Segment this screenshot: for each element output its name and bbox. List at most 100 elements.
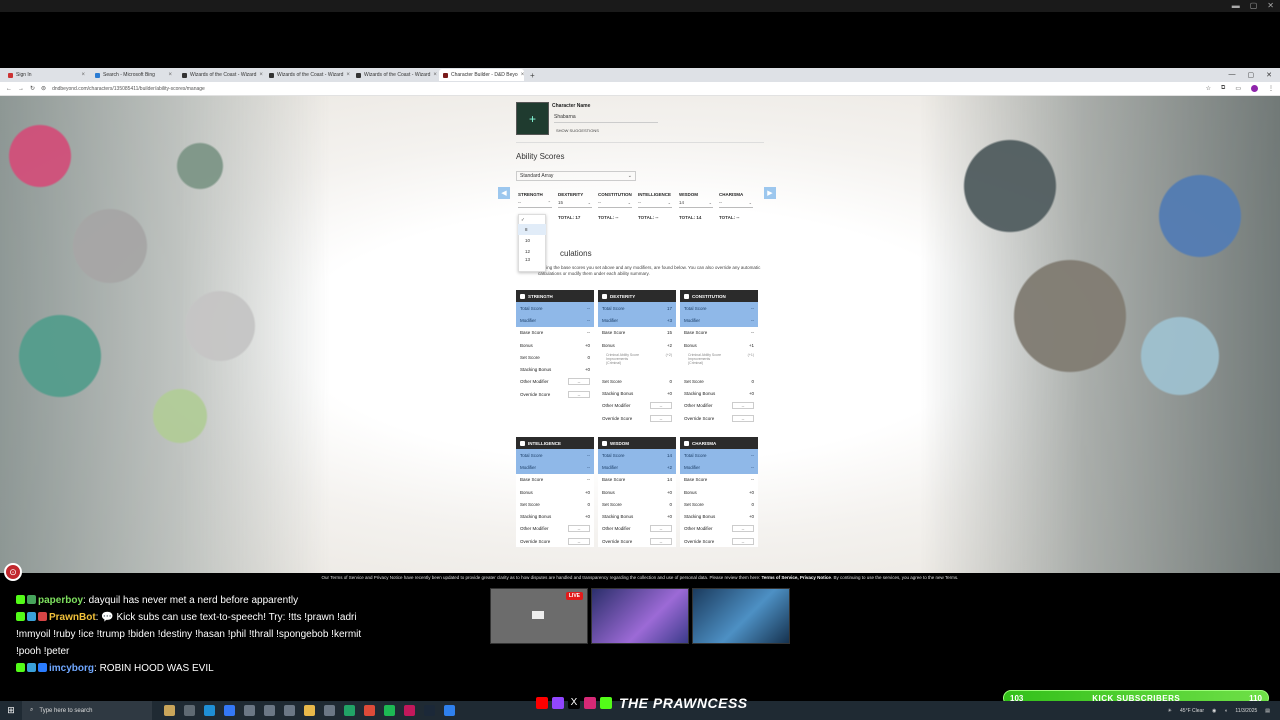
bookmark-star-icon[interactable]: ☆ — [1206, 85, 1211, 92]
tab[interactable]: Wizards of the Coast - Wizard × — [265, 69, 350, 81]
maximize-icon[interactable]: ▢ — [1250, 1, 1258, 10]
extensions-icon[interactable]: ⧉ — [1221, 85, 1225, 92]
taskbar-app-icon[interactable] — [224, 705, 235, 716]
ability-card-wisdom: WISDOM Total Score 14 Modifier +2 Base Sco… — [598, 437, 676, 548]
ability-score-select[interactable]: -- ⌄ — [719, 199, 753, 208]
vip-badge-icon — [38, 663, 47, 672]
sub-badge-icon — [16, 663, 25, 672]
close-icon[interactable]: ✕ — [1267, 1, 1274, 10]
maximize-icon[interactable]: ▢ — [1248, 71, 1255, 79]
volume-icon[interactable]: ◖ — [1224, 708, 1227, 714]
generation-method-select[interactable]: Standard Array ⌄ — [516, 171, 636, 181]
reload-icon[interactable]: ↻ — [30, 85, 35, 92]
dexterity-icon — [602, 293, 607, 299]
chat-message: paperboy: dayquil has never met a nerd b… — [16, 592, 376, 609]
ability-charisma: CHARISMA -- ⌄ TOTAL: -- — [719, 192, 753, 220]
url-field[interactable]: dndbeyond.com/characters/135085411/build… — [52, 86, 205, 92]
forward-icon[interactable]: → — [18, 86, 24, 92]
override-score-input[interactable]: -- — [568, 537, 590, 545]
override-score-input[interactable]: -- — [650, 414, 672, 422]
check-icon: ✓ — [521, 217, 525, 222]
tab-close-icon[interactable]: × — [259, 72, 263, 78]
ability-score-select[interactable]: -- ⌃ — [518, 199, 552, 208]
new-tab-icon[interactable]: + — [530, 71, 535, 80]
site-info-icon[interactable]: ⊜ — [41, 85, 46, 92]
notifications-icon[interactable]: ▤ — [1265, 708, 1270, 714]
ability-score-select[interactable]: -- ⌄ — [598, 199, 632, 208]
other-modifier-input[interactable]: -- — [732, 525, 754, 533]
minimize-icon[interactable]: — — [1229, 71, 1236, 79]
tab-close-icon[interactable]: × — [346, 72, 350, 78]
tab[interactable]: Wizards of the Coast - Wizard × — [178, 69, 263, 81]
tab-close-icon[interactable]: × — [168, 72, 172, 78]
sidebar-icon[interactable]: ▭ — [1235, 85, 1241, 92]
profile-avatar[interactable] — [1251, 85, 1258, 92]
tab-favicon-icon — [443, 72, 448, 78]
other-modifier-input[interactable]: -- — [732, 402, 754, 410]
tab[interactable]: Wizards of the Coast - Wizard × — [352, 69, 437, 81]
taskbar-app-icon[interactable] — [404, 705, 415, 716]
taskbar-app-icon[interactable] — [324, 705, 335, 716]
tab-close-icon[interactable]: × — [433, 72, 437, 78]
chevron-down-icon: ⌄ — [708, 200, 712, 205]
divider — [516, 142, 764, 143]
prev-arrow-icon[interactable]: ◀ — [498, 187, 510, 199]
tab-close-icon[interactable]: × — [521, 72, 524, 78]
other-modifier-input[interactable]: -- — [568, 525, 590, 533]
taskbar-app-icon[interactable] — [344, 705, 355, 716]
weather-icon: ☀ — [1167, 707, 1173, 714]
ability-score-select[interactable]: 15 ⌄ — [558, 199, 592, 208]
chevron-up-icon: ⌃ — [547, 200, 551, 205]
other-modifier-input[interactable]: -- — [650, 402, 672, 410]
taskbar-search[interactable]: ⌕ Type here to search — [22, 701, 152, 720]
character-name-input[interactable]: Shabarna — [554, 113, 658, 123]
next-arrow-icon[interactable]: ▶ — [764, 187, 776, 199]
youtube-icon — [536, 697, 548, 709]
terms-links[interactable]: Terms of Service, Privacy Notice — [761, 575, 830, 580]
file-explorer-icon[interactable] — [304, 705, 315, 716]
taskbar-app-icon[interactable] — [264, 705, 275, 716]
dropdown-option[interactable]: 13 — [518, 257, 546, 263]
ability-score-select[interactable]: 14 ⌄ — [679, 199, 713, 208]
dropdown-option[interactable]: 10 — [518, 235, 546, 246]
minimize-icon[interactable]: ▬ — [1232, 1, 1240, 10]
menu-icon[interactable]: ⋮ — [1268, 85, 1274, 92]
taskbar-app-icon[interactable] — [444, 705, 455, 716]
override-score-input[interactable]: -- — [732, 414, 754, 422]
close-icon[interactable]: ✕ — [1266, 71, 1272, 79]
add-icon: + — [528, 111, 536, 126]
ability-score-select[interactable]: -- ⌄ — [638, 199, 672, 208]
taskbar-app-icon[interactable] — [164, 705, 175, 716]
tab-close-icon[interactable]: × — [81, 72, 85, 78]
task-view-icon[interactable] — [184, 705, 195, 716]
mod-badge-icon — [38, 612, 47, 621]
back-icon[interactable]: ← — [6, 86, 12, 92]
ability-card-constitution: CONSTITUTION Total Score -- Modifier -- Ba… — [680, 290, 758, 425]
ability-scores-title: Ability Scores — [516, 152, 565, 161]
show-suggestions-link[interactable]: SHOW SUGGESTIONS — [556, 128, 599, 133]
tab-favicon-icon — [182, 72, 187, 78]
steam-icon[interactable] — [424, 705, 435, 716]
obs-icon[interactable] — [284, 705, 295, 716]
network-icon[interactable]: ◉ — [1212, 708, 1216, 714]
ability-wisdom: WISDOM 14 ⌄ TOTAL: 14 — [679, 192, 713, 220]
dropdown-option[interactable]: 8 — [518, 224, 546, 235]
override-score-input[interactable]: -- — [568, 390, 590, 398]
spotify-icon[interactable] — [384, 705, 395, 716]
tab[interactable]: Sign In × — [4, 69, 89, 81]
bot-badge-icon — [27, 612, 36, 621]
edge-browser-icon[interactable] — [204, 705, 215, 716]
override-score-input[interactable]: -- — [650, 537, 672, 545]
windows-start-icon[interactable]: ⊞ — [0, 705, 22, 716]
character-portrait[interactable]: + — [516, 102, 549, 135]
tab-active[interactable]: Character Builder - D&D Beyo × — [439, 69, 524, 81]
search-icon: ⌕ — [30, 707, 34, 713]
stream-screen: { "browser": { "tabs": [ {"label": "Sign… — [0, 0, 1280, 720]
other-modifier-input[interactable]: -- — [568, 378, 590, 386]
other-modifier-input[interactable]: -- — [650, 525, 672, 533]
chrome-icon[interactable] — [364, 705, 375, 716]
tab[interactable]: Search - Microsoft Bing × — [91, 69, 176, 81]
taskbar-app-icon[interactable] — [244, 705, 255, 716]
override-score-input[interactable]: -- — [732, 537, 754, 545]
dropdown-option[interactable]: 12 — [518, 246, 546, 257]
